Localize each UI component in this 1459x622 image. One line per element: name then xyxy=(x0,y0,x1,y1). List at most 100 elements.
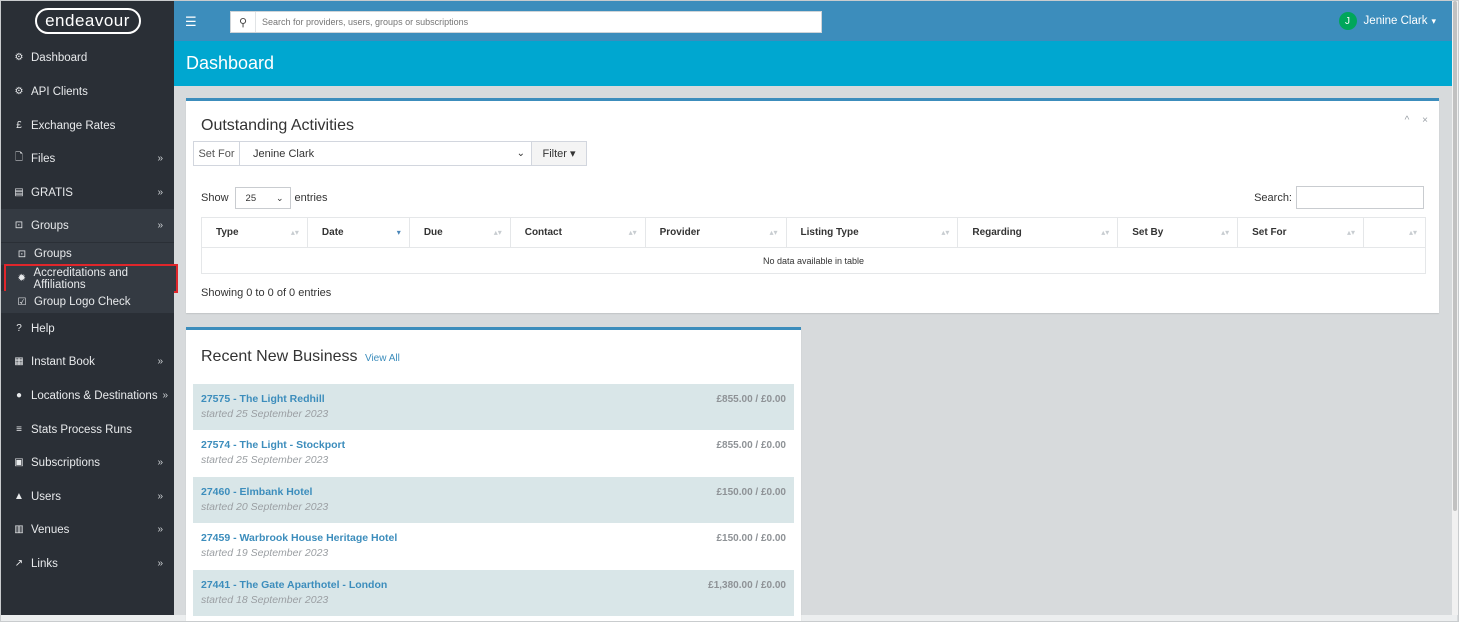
column-label: Regarding xyxy=(972,227,1022,238)
sidebar-subitem-group-logo-check[interactable]: ☑ Group Logo Check xyxy=(1,291,174,313)
id-card-icon: ▣ xyxy=(14,457,24,468)
column-header-listing-type[interactable]: Listing Type ▴▾ xyxy=(785,217,959,248)
business-date: started 20 September 2023 xyxy=(201,501,329,513)
endeavour-logo[interactable]: endeavour xyxy=(34,8,141,34)
sidebar-item-label: Locations & Destinations xyxy=(31,389,158,402)
business-amount: £150.00 / £0.00 xyxy=(716,533,786,544)
sidebar-item-dashboard[interactable]: ⚙ Dashboard xyxy=(1,41,174,74)
panel-title: Recent New Business View All xyxy=(201,348,400,366)
pound-icon: £ xyxy=(16,120,22,131)
top-navbar: ☰ ⚲ J Jenine Clark ▾ xyxy=(174,1,1452,41)
sidebar-item-gratis[interactable]: ▤ GRATIS » xyxy=(1,176,174,209)
business-date: started 19 September 2023 xyxy=(201,547,329,559)
business-link[interactable]: 27441 - The Gate Aparthotel - London xyxy=(201,579,786,591)
page-header: Dashboard xyxy=(174,41,1452,86)
sidebar-subitem-label: Accreditations and Affiliations xyxy=(33,266,129,291)
sidebar-item-locations[interactable]: ● Locations & Destinations » xyxy=(1,379,174,412)
sidebar-item-groups[interactable]: ⊡ Groups » xyxy=(1,209,174,242)
column-header-provider[interactable]: Provider ▴▾ xyxy=(644,217,787,248)
map-marker-icon: ● xyxy=(15,390,23,401)
sidebar-item-files[interactable]: 🗋 Files » xyxy=(1,142,174,175)
vertical-scrollbar[interactable] xyxy=(1452,1,1458,615)
search-label: Search: xyxy=(1254,191,1292,204)
sidebar-item-label: API Clients xyxy=(31,85,88,98)
view-all-link[interactable]: View All xyxy=(365,353,400,364)
brand: endeavour xyxy=(1,1,174,41)
entries-select[interactable]: 25 ⌄ xyxy=(234,187,291,209)
set-for-select[interactable]: Jenine Clark ⌄ xyxy=(240,142,532,165)
sort-icon: ▴▾ xyxy=(769,228,778,237)
business-amount: £150.00 / £0.00 xyxy=(716,487,786,498)
outstanding-activities-panel: Outstanding Activities ^ × Set For Jenin… xyxy=(186,98,1439,313)
sidebar-item-exchange-rates[interactable]: £ Exchange Rates xyxy=(1,109,174,142)
business-link[interactable]: 27459 - Warbrook House Heritage Hotel xyxy=(201,532,786,544)
column-header-regarding[interactable]: Regarding ▴▾ xyxy=(957,217,1119,248)
column-label: Due xyxy=(423,227,443,238)
business-amount: £855.00 / £0.00 xyxy=(716,440,786,451)
column-label: Listing Type xyxy=(800,227,859,238)
filter-button[interactable]: Filter ▾ xyxy=(532,142,586,165)
page-title: Dashboard xyxy=(186,53,275,73)
close-icon[interactable]: × xyxy=(1422,115,1428,126)
sidebar-item-users[interactable]: ▲ Users » xyxy=(1,480,174,513)
caret-down-icon: ▾ xyxy=(1431,15,1436,26)
sidebar-item-label: Users xyxy=(31,490,62,503)
chevron-right-icon: » xyxy=(157,457,163,468)
chevron-right-icon: » xyxy=(157,491,163,502)
sidebar-subitem-groups[interactable]: ⊡ Groups xyxy=(1,243,174,265)
table-search-input[interactable] xyxy=(1296,186,1424,209)
group-icon: ⊡ xyxy=(14,220,24,231)
sort-icon: ▴▾ xyxy=(1221,228,1230,237)
sidebar-item-label: Help xyxy=(31,322,55,335)
chevron-right-icon: » xyxy=(162,390,168,401)
search-input[interactable] xyxy=(255,12,815,32)
sort-icon: ▴▾ xyxy=(941,228,950,237)
collapse-icon[interactable]: ^ xyxy=(1405,115,1410,126)
business-amount: £855.00 / £0.00 xyxy=(716,394,786,405)
hamburger-menu-icon[interactable]: ☰ xyxy=(185,14,197,30)
sort-desc-icon: ▾ xyxy=(396,228,401,237)
column-header-due[interactable]: Due ▴▾ xyxy=(408,217,511,248)
chevron-right-icon: » xyxy=(157,187,163,198)
list-item: 27460 - Elmbank Hotel started 20 Septemb… xyxy=(193,477,794,523)
business-link[interactable]: 27574 - The Light - Stockport xyxy=(201,439,786,451)
global-search: ⚲ xyxy=(230,11,822,33)
business-date: started 25 September 2023 xyxy=(201,454,329,466)
column-header-date[interactable]: Date ▾ xyxy=(306,217,410,248)
sidebar-item-label: Groups xyxy=(31,219,69,232)
column-header-type[interactable]: Type ▴▾ xyxy=(201,217,308,248)
calendar-icon: ▦ xyxy=(14,356,24,367)
entries-label: entries xyxy=(294,192,328,204)
empty-table-message: No data available in table xyxy=(201,247,1426,274)
column-label: Provider xyxy=(659,227,701,238)
search-icon[interactable]: ⚲ xyxy=(231,16,255,29)
scrollbar-thumb[interactable] xyxy=(1453,1,1457,511)
sidebar-item-subscriptions[interactable]: ▣ Subscriptions » xyxy=(1,446,174,479)
column-header-set-for[interactable]: Set For ▴▾ xyxy=(1237,217,1364,248)
column-header-actions[interactable]: ▴▾ xyxy=(1362,217,1427,248)
dashboard-icon: ⚙ xyxy=(14,52,24,63)
column-header-set-by[interactable]: Set By ▴▾ xyxy=(1117,217,1239,248)
sidebar-item-instant-book[interactable]: ▦ Instant Book » xyxy=(1,345,174,378)
business-link[interactable]: 27460 - Elmbank Hotel xyxy=(201,486,786,498)
sidebar-item-links[interactable]: ↗ Links » xyxy=(1,547,174,580)
chevron-down-icon: ⌄ xyxy=(516,148,525,159)
sidebar-item-stats-process-runs[interactable]: ≡ Stats Process Runs xyxy=(1,413,174,446)
sort-icon: ▴▾ xyxy=(290,228,299,237)
user-menu[interactable]: J Jenine Clark ▾ xyxy=(1338,12,1436,30)
sidebar-item-label: GRATIS xyxy=(31,186,73,199)
column-header-contact[interactable]: Contact ▴▾ xyxy=(509,217,646,248)
certificate-icon: ✹ xyxy=(17,273,26,284)
business-link[interactable]: 27575 - The Light Redhill xyxy=(201,393,786,405)
sidebar-item-help[interactable]: ? Help xyxy=(1,312,174,345)
sidebar-item-label: Links xyxy=(31,557,58,570)
sidebar: endeavour ⚙ Dashboard ⚙ API Clients £ Ex… xyxy=(1,1,178,615)
set-for-label: Set For xyxy=(194,142,240,165)
set-for-value: Jenine Clark xyxy=(253,147,315,160)
sidebar-item-label: Files xyxy=(31,152,56,165)
sidebar-subitem-accreditations[interactable]: ✹ Accreditations and Affiliations xyxy=(4,264,178,293)
sidebar-item-venues[interactable]: ▥ Venues » xyxy=(1,513,174,546)
sidebar-item-api-clients[interactable]: ⚙ API Clients xyxy=(1,75,174,108)
column-label: Set By xyxy=(1132,227,1164,238)
chevron-down-icon: ⌄ xyxy=(275,192,284,203)
